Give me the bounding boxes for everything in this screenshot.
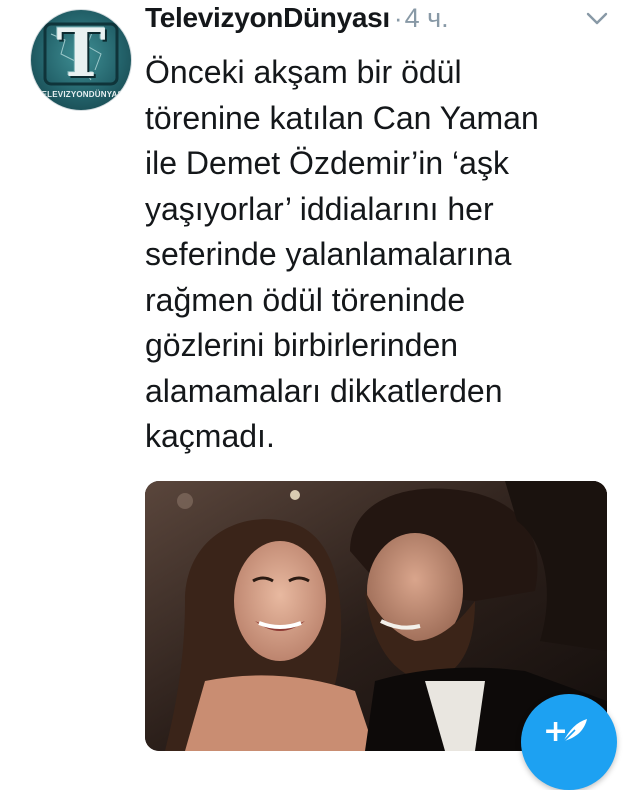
author-display-name[interactable]: TelevizyonDünyası xyxy=(145,2,390,33)
chevron-down-icon[interactable] xyxy=(586,12,608,26)
tweet-text-line: alamamaları dikkatlerden xyxy=(145,372,503,409)
tweet-text-line: ile Demet Özdemir’in ‘aşk xyxy=(145,145,509,181)
tweet-text-line: Önceki akşam bir ödül xyxy=(145,54,462,90)
tweet-text-line: yaşıyorlar’ iddialarını her xyxy=(145,190,494,227)
tweet-header: TelevizyonDünyası ·4 ч. xyxy=(145,2,449,42)
avatar-logo-letter: T xyxy=(56,14,106,92)
compose-tweet-button[interactable]: + xyxy=(521,694,617,790)
tweet-text-line: seferinde yalanlamalarına xyxy=(145,236,512,272)
tweet-text-line: gözlerini birbirlerinden xyxy=(145,327,459,363)
feather-compose-icon xyxy=(562,719,587,743)
avatar[interactable]: T TELEVIZYONDÜNYASI xyxy=(30,9,132,111)
tweet[interactable]: T TELEVIZYONDÜNYASI TelevizyonDünyası ·4 … xyxy=(0,0,635,790)
tweet-text: Önceki akşam bir ödül törenine katılan C… xyxy=(145,50,615,460)
tweet-text-line: rağmen ödül töreninde xyxy=(145,281,466,318)
tweet-text-line: kaçmadı. xyxy=(145,418,275,454)
avatar-logo-text: TELEVIZYONDÜNYASI xyxy=(36,90,126,99)
header-separator: · xyxy=(393,3,403,33)
tweet-timestamp[interactable]: 4 ч. xyxy=(405,3,449,33)
tweet-text-line: törenine katılan Can Yaman xyxy=(145,99,539,136)
